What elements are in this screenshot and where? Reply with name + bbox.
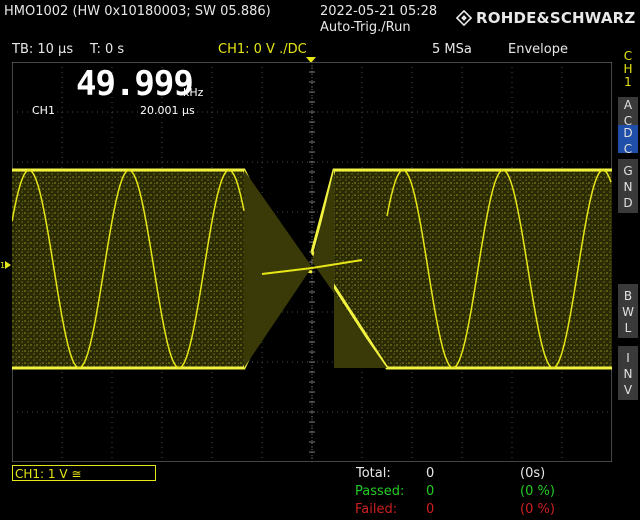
timebase[interactable]: TB: 10 µs [12,42,73,58]
failed-label: Failed: [355,502,398,517]
button-char: W [622,305,634,319]
invert-button[interactable]: I N V [618,346,638,400]
passed-label: Passed: [355,484,405,499]
datetime: 2022-05-21 05:28 [320,4,438,19]
button-char: A [623,98,633,112]
ch1-ground-marker-icon[interactable]: 1 [0,259,12,271]
acquire-mode[interactable]: Envelope [508,42,568,58]
button-char: C [623,142,633,156]
button-char: L [624,321,632,335]
failed-value: 0 [426,502,435,517]
total-label: Total: [356,466,391,481]
total-time: (0s) [520,466,546,481]
button-char: D [623,196,633,210]
total-value: 0 [426,466,435,481]
bandwidth-limit-button[interactable]: B W L [618,284,638,338]
coupling-ac-button[interactable]: A C [618,97,638,128]
svg-text:1: 1 [0,261,5,270]
channel-sidebar: C H 1 A C D C G N D B W L I N V [616,40,640,520]
frequency-unit: kHz [183,86,204,99]
passed-value: 0 [426,484,435,499]
button-char: I [626,351,630,365]
channel-indicator-char: 1 [624,75,632,89]
trigger-time[interactable]: T: 0 s [90,42,124,58]
measure-channel: CH1 [32,104,55,117]
title-bar: HMO1002 (HW 0x10180003; SW 05.886) 2022-… [0,0,640,40]
coupling-dc-button[interactable]: D C [618,125,638,156]
frequency-readout: 49.999 [76,64,194,104]
ch1-scale-box[interactable]: CH1: 1 V ≅ [12,465,156,481]
passed-percent: (0 %) [520,484,555,499]
button-char: B [623,289,633,303]
sample-rate: 5 MSa [432,42,472,57]
button-char: N [623,180,633,194]
coupling-gnd-button[interactable]: G N D [618,159,638,213]
rohde-schwarz-logo-icon [456,10,472,26]
trigger-source[interactable]: CH1: 0 V ./DC [218,42,307,58]
period-readout: 20.001 µs [140,104,195,117]
button-char: D [623,126,633,140]
brand-logo-text: ROHDE&SCHWARZ [476,9,636,27]
device-info: HMO1002 (HW 0x10180003; SW 05.886) [4,4,271,19]
oscilloscope-screen[interactable] [12,62,612,462]
button-char: V [623,383,633,397]
failed-percent: (0 %) [520,502,555,517]
info-bar: TB: 10 µs T: 0 s CH1: 0 V ./DC 5 MSa Env… [0,40,616,58]
channel-indicator: C H 1 [618,50,638,89]
trigger-status: Auto-Trig./Run [320,20,411,35]
button-char: G [623,164,633,178]
button-char: N [623,367,633,381]
